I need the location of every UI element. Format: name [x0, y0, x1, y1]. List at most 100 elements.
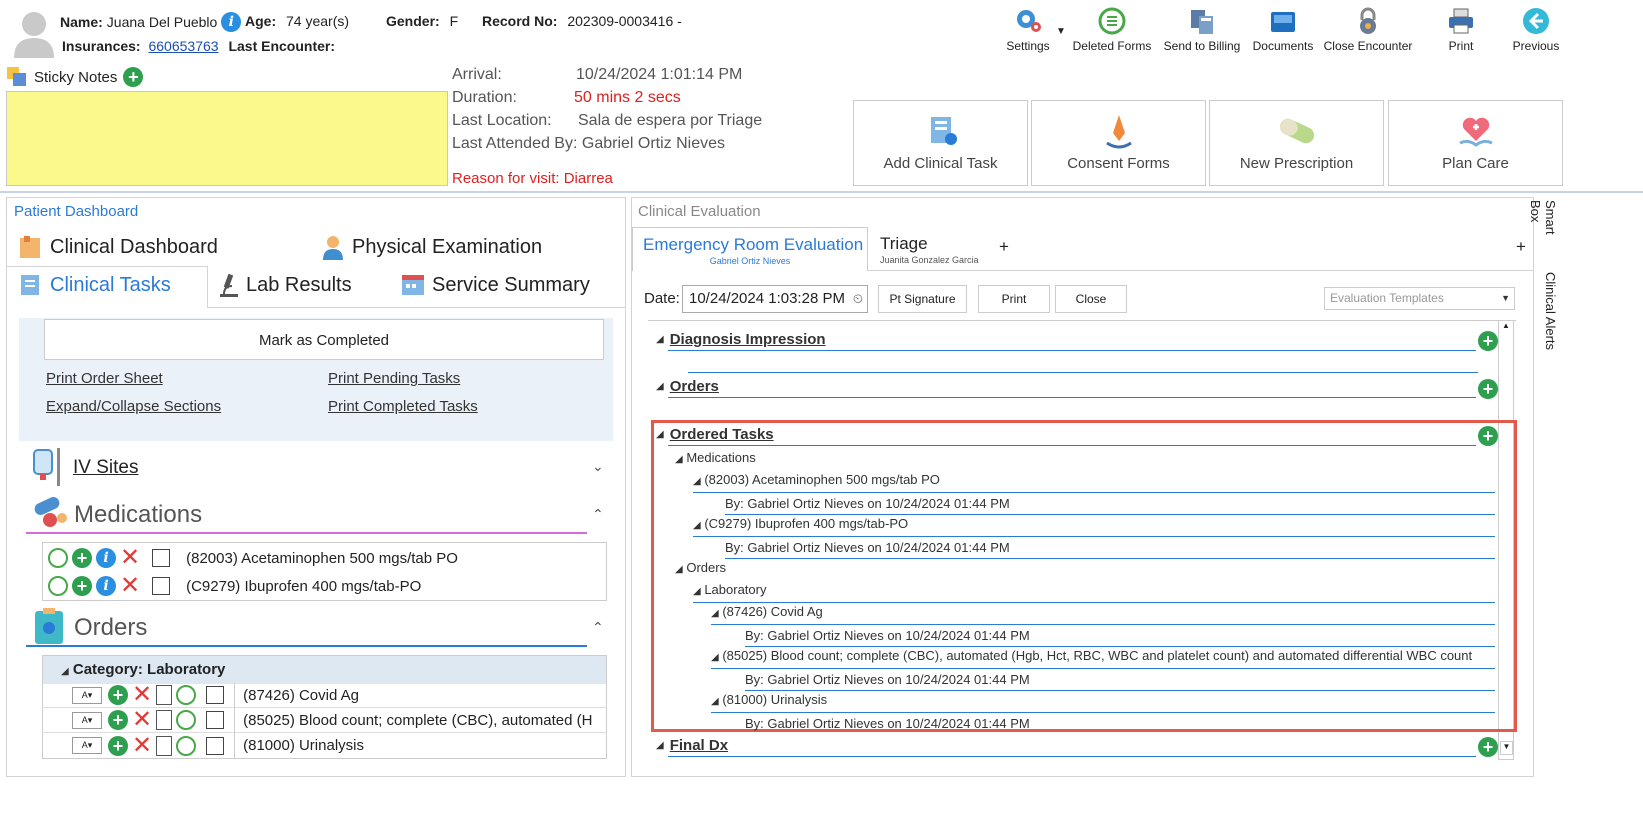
- print-pending-tasks-link[interactable]: Print Pending Tasks: [328, 370, 460, 387]
- history-icon[interactable]: [48, 576, 68, 596]
- info-icon[interactable]: i: [96, 548, 116, 568]
- tree-lab1[interactable]: ◢ (87426) Covid Ag: [711, 603, 1495, 625]
- settings-button[interactable]: Settings: [995, 6, 1061, 62]
- sticky-note-area[interactable]: [6, 91, 448, 186]
- medications-collapse-icon[interactable]: ⌃: [592, 506, 604, 523]
- history-icon[interactable]: [176, 710, 197, 730]
- orders-title[interactable]: Orders: [670, 378, 719, 395]
- insurance-link[interactable]: 660653763: [148, 38, 218, 54]
- orders-collapse-icon[interactable]: ⌃: [592, 619, 604, 636]
- print-completed-tasks-link[interactable]: Print Completed Tasks: [328, 398, 478, 415]
- order-checkbox[interactable]: [206, 686, 225, 704]
- add-diagnosis-button[interactable]: +: [1478, 331, 1498, 351]
- scroll-down-icon[interactable]: ▼: [1500, 741, 1513, 755]
- documents-button[interactable]: Documents: [1248, 6, 1318, 62]
- tree-med2[interactable]: ◢ (C9279) Ibuprofen 400 mgs/tab-PO: [693, 515, 1495, 537]
- scroll-up-icon[interactable]: ▲: [1499, 321, 1513, 330]
- iv-sites-expand-icon[interactable]: ⌄: [592, 458, 604, 475]
- add-icon[interactable]: +: [108, 735, 128, 756]
- print-order-sheet-link[interactable]: Print Order Sheet: [46, 370, 163, 387]
- add-clinical-task-button[interactable]: Add Clinical Task: [853, 100, 1028, 186]
- deleted-forms-button[interactable]: Deleted Forms: [1070, 6, 1154, 62]
- print-button[interactable]: Print: [1436, 6, 1486, 62]
- close-encounter-button[interactable]: Close Encounter: [1322, 6, 1414, 62]
- eval-print-button[interactable]: Print: [978, 285, 1050, 313]
- tree-lab2[interactable]: ◢ (85025) Blood count; complete (CBC), a…: [711, 647, 1495, 669]
- add-final-dx-button[interactable]: +: [1478, 737, 1498, 757]
- delete-icon[interactable]: ✕: [120, 546, 140, 570]
- info-icon[interactable]: i: [221, 12, 242, 32]
- order-checkbox[interactable]: [206, 711, 225, 729]
- medication-checkbox[interactable]: [152, 577, 171, 595]
- add-icon[interactable]: +: [108, 710, 128, 730]
- orders-section-header[interactable]: ◢ Orders: [656, 378, 719, 395]
- send-to-billing-button[interactable]: Send to Billing: [1160, 6, 1244, 62]
- history-icon[interactable]: [48, 548, 68, 568]
- plan-care-button[interactable]: Plan Care: [1388, 100, 1563, 186]
- print-label: Print: [1448, 39, 1474, 53]
- medication-checkbox[interactable]: [152, 549, 171, 567]
- tab-er-evaluation[interactable]: Emergency Room Evaluation Gabriel Ortiz …: [632, 227, 868, 271]
- pt-signature-button[interactable]: Pt Signature: [878, 285, 967, 313]
- clinical-alerts-tab[interactable]: Clinical Alerts: [1538, 272, 1558, 362]
- diagnosis-title[interactable]: Diagnosis Impression: [670, 331, 826, 348]
- new-prescription-button[interactable]: New Prescription: [1209, 100, 1384, 186]
- delete-icon[interactable]: ✕: [132, 733, 152, 757]
- add-icon[interactable]: +: [72, 576, 92, 596]
- eval-close-button[interactable]: Close: [1055, 285, 1127, 313]
- document-icon[interactable]: [156, 735, 173, 756]
- history-icon[interactable]: [176, 735, 197, 756]
- calendar-icon[interactable]: ⏲: [853, 286, 863, 312]
- consent-forms-button[interactable]: Consent Forms: [1031, 100, 1206, 186]
- format-dropdown[interactable]: A▾: [72, 711, 102, 729]
- tree-orders[interactable]: ◢ Orders: [675, 559, 1495, 581]
- delete-icon[interactable]: ✕: [132, 708, 152, 732]
- final-dx-header[interactable]: ◢ Final Dx: [656, 737, 728, 754]
- expand-collapse-link[interactable]: Expand/Collapse Sections: [46, 398, 221, 415]
- tree-medications[interactable]: ◢ Medications: [675, 449, 1495, 471]
- diagnosis-section-header[interactable]: ◢ Diagnosis Impression: [656, 331, 826, 348]
- evaluation-templates-select[interactable]: Evaluation Templates ▼: [1324, 287, 1515, 310]
- tab-service-summary[interactable]: Service Summary: [400, 272, 590, 298]
- format-dropdown[interactable]: A▾: [72, 737, 102, 754]
- orders-category-row[interactable]: ◢ Category: Laboratory: [43, 656, 606, 684]
- add-order-button[interactable]: +: [1478, 379, 1498, 399]
- tree-laboratory[interactable]: ◢ Laboratory: [693, 581, 1495, 603]
- collapse-triangle-icon[interactable]: ◢: [656, 334, 664, 345]
- add-icon[interactable]: +: [72, 548, 92, 568]
- add-icon[interactable]: +: [108, 685, 128, 705]
- collapse-triangle-icon[interactable]: ◢: [656, 381, 664, 392]
- add-tab-button[interactable]: +: [999, 237, 1009, 257]
- document-icon[interactable]: [156, 710, 173, 730]
- tab-clinical-tasks[interactable]: Clinical Tasks: [18, 272, 171, 298]
- history-icon[interactable]: [176, 685, 197, 705]
- date-field[interactable]: 10/24/2024 1:03:28 PM ⏲: [682, 285, 868, 313]
- tab-label: Lab Results: [246, 273, 352, 296]
- collapse-triangle-icon[interactable]: ◢: [656, 740, 664, 751]
- tab-physical-examination[interactable]: Physical Examination: [320, 234, 542, 260]
- add-panel-button[interactable]: +: [1516, 237, 1526, 257]
- tab-triage[interactable]: Triage Juanita Gonzalez Garcia: [880, 227, 990, 271]
- add-ordered-task-button[interactable]: +: [1478, 426, 1498, 446]
- previous-button[interactable]: Previous: [1508, 6, 1564, 62]
- final-dx-title[interactable]: Final Dx: [670, 737, 728, 754]
- smart-box-tab[interactable]: Smart Box: [1528, 200, 1558, 260]
- settings-dropdown-icon[interactable]: ▼: [1056, 26, 1066, 37]
- delete-icon[interactable]: ✕: [132, 683, 152, 707]
- tab-clinical-dashboard[interactable]: Clinical Dashboard: [18, 234, 218, 260]
- format-dropdown[interactable]: A▾: [72, 686, 102, 704]
- info-icon[interactable]: i: [96, 576, 116, 596]
- tree-by: By: Gabriel Ortiz Nieves on 10/24/2024 0…: [725, 493, 1495, 515]
- iv-sites-header[interactable]: IV Sites: [73, 457, 138, 479]
- tab-lab-results[interactable]: Lab Results: [218, 272, 352, 298]
- document-icon[interactable]: [156, 685, 173, 705]
- mark-as-completed-button[interactable]: Mark as Completed: [44, 319, 604, 360]
- tree-lab3[interactable]: ◢ (81000) Urinalysis: [711, 691, 1495, 713]
- tree-med1[interactable]: ◢ (82003) Acetaminophen 500 mgs/tab PO: [693, 471, 1495, 493]
- collapse-triangle-icon[interactable]: ◢: [656, 429, 664, 440]
- order-checkbox[interactable]: [206, 736, 225, 755]
- delete-icon[interactable]: ✕: [120, 574, 140, 598]
- ordered-tasks-title[interactable]: Ordered Tasks: [670, 426, 774, 443]
- add-sticky-note-button[interactable]: +: [123, 67, 144, 87]
- ordered-tasks-header[interactable]: ◢ Ordered Tasks: [656, 426, 774, 443]
